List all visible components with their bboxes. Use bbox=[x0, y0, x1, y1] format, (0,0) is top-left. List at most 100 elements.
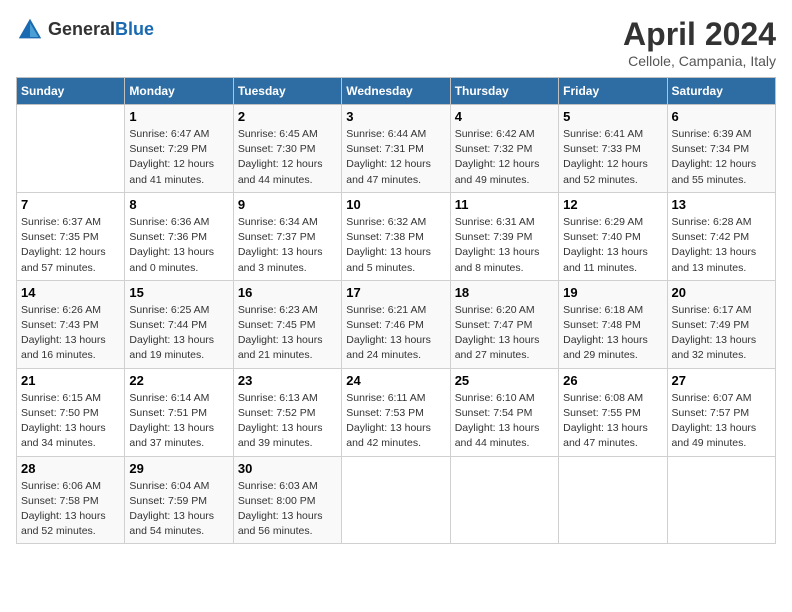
day-info: Sunrise: 6:20 AM Sunset: 7:47 PM Dayligh… bbox=[455, 303, 554, 364]
table-row: 13Sunrise: 6:28 AM Sunset: 7:42 PM Dayli… bbox=[667, 192, 775, 280]
day-info: Sunrise: 6:11 AM Sunset: 7:53 PM Dayligh… bbox=[346, 391, 445, 452]
table-row: 8 Sunrise: 6:36 AM Sunset: 7:36 PM Daylig… bbox=[125, 192, 233, 280]
table-row: 9 Sunrise: 6:34 AM Sunset: 7:37 PM Daylig… bbox=[233, 192, 341, 280]
calendar-week-row: 28Sunrise: 6:06 AM Sunset: 7:58 PM Dayli… bbox=[17, 456, 776, 544]
day-info: Sunrise: 6:26 AM Sunset: 7:43 PM Dayligh… bbox=[21, 303, 120, 364]
day-info: Sunrise: 6:41 AM Sunset: 7:33 PM Dayligh… bbox=[563, 127, 662, 188]
day-info: Sunrise: 6:45 AM Sunset: 7:30 PM Dayligh… bbox=[238, 127, 337, 188]
day-number: 23 bbox=[238, 373, 337, 388]
calendar-header-row: Sunday Monday Tuesday Wednesday Thursday… bbox=[17, 78, 776, 105]
day-number: 2 bbox=[238, 109, 337, 124]
table-row: 24Sunrise: 6:11 AM Sunset: 7:53 PM Dayli… bbox=[342, 368, 450, 456]
calendar-week-row: 1 Sunrise: 6:47 AM Sunset: 7:29 PM Daylig… bbox=[17, 105, 776, 193]
location-subtitle: Cellole, Campania, Italy bbox=[623, 53, 776, 69]
calendar-table: Sunday Monday Tuesday Wednesday Thursday… bbox=[16, 77, 776, 544]
table-row: 14 Sunrise: 6:26 AM Sunset: 7:43 PM Dayli… bbox=[17, 280, 125, 368]
calendar-week-row: 7 Sunrise: 6:37 AM Sunset: 7:35 PM Daylig… bbox=[17, 192, 776, 280]
day-info: Sunrise: 6:15 AM Sunset: 7:50 PM Dayligh… bbox=[21, 391, 120, 452]
day-number: 9 bbox=[238, 197, 337, 212]
day-info: Sunrise: 6:44 AM Sunset: 7:31 PM Dayligh… bbox=[346, 127, 445, 188]
table-row: 10 Sunrise: 6:32 AM Sunset: 7:38 PM Dayli… bbox=[342, 192, 450, 280]
day-number: 21 bbox=[21, 373, 120, 388]
day-info: Sunrise: 6:36 AM Sunset: 7:36 PM Dayligh… bbox=[129, 215, 228, 276]
day-info: Sunrise: 6:32 AM Sunset: 7:38 PM Dayligh… bbox=[346, 215, 445, 276]
day-info: Sunrise: 6:10 AM Sunset: 7:54 PM Dayligh… bbox=[455, 391, 554, 452]
day-info: Sunrise: 6:06 AM Sunset: 7:58 PM Dayligh… bbox=[21, 479, 120, 540]
day-number: 3 bbox=[346, 109, 445, 124]
day-info: Sunrise: 6:34 AM Sunset: 7:37 PM Dayligh… bbox=[238, 215, 337, 276]
table-row: 16Sunrise: 6:23 AM Sunset: 7:45 PM Dayli… bbox=[233, 280, 341, 368]
day-number: 10 bbox=[346, 197, 445, 212]
day-info: Sunrise: 6:25 AM Sunset: 7:44 PM Dayligh… bbox=[129, 303, 228, 364]
day-number: 14 bbox=[21, 285, 120, 300]
day-number: 11 bbox=[455, 197, 554, 212]
table-row: 26 Sunrise: 6:08 AM Sunset: 7:55 PM Dayli… bbox=[559, 368, 667, 456]
table-row: 28Sunrise: 6:06 AM Sunset: 7:58 PM Dayli… bbox=[17, 456, 125, 544]
day-number: 29 bbox=[129, 461, 228, 476]
day-info: Sunrise: 6:21 AM Sunset: 7:46 PM Dayligh… bbox=[346, 303, 445, 364]
table-row: 5 Sunrise: 6:41 AM Sunset: 7:33 PM Daylig… bbox=[559, 105, 667, 193]
table-row: 30Sunrise: 6:03 AM Sunset: 8:00 PM Dayli… bbox=[233, 456, 341, 544]
table-row: 4 Sunrise: 6:42 AM Sunset: 7:32 PM Daylig… bbox=[450, 105, 558, 193]
day-number: 18 bbox=[455, 285, 554, 300]
day-number: 4 bbox=[455, 109, 554, 124]
table-row: 6Sunrise: 6:39 AM Sunset: 7:34 PM Daylig… bbox=[667, 105, 775, 193]
day-number: 5 bbox=[563, 109, 662, 124]
logo-icon bbox=[16, 16, 44, 44]
table-row: 19Sunrise: 6:18 AM Sunset: 7:48 PM Dayli… bbox=[559, 280, 667, 368]
logo-general: GeneralBlue bbox=[48, 20, 154, 40]
calendar-week-row: 21 Sunrise: 6:15 AM Sunset: 7:50 PM Dayli… bbox=[17, 368, 776, 456]
day-number: 1 bbox=[129, 109, 228, 124]
day-number: 17 bbox=[346, 285, 445, 300]
table-row: 27 Sunrise: 6:07 AM Sunset: 7:57 PM Dayli… bbox=[667, 368, 775, 456]
day-info: Sunrise: 6:47 AM Sunset: 7:29 PM Dayligh… bbox=[129, 127, 228, 188]
table-row: 21 Sunrise: 6:15 AM Sunset: 7:50 PM Dayli… bbox=[17, 368, 125, 456]
table-row: 23 Sunrise: 6:13 AM Sunset: 7:52 PM Dayli… bbox=[233, 368, 341, 456]
title-block: April 2024 Cellole, Campania, Italy bbox=[623, 16, 776, 69]
day-number: 13 bbox=[672, 197, 771, 212]
day-number: 26 bbox=[563, 373, 662, 388]
day-number: 6 bbox=[672, 109, 771, 124]
day-number: 27 bbox=[672, 373, 771, 388]
table-row: 15 Sunrise: 6:25 AM Sunset: 7:44 PM Dayli… bbox=[125, 280, 233, 368]
table-row: 1 Sunrise: 6:47 AM Sunset: 7:29 PM Daylig… bbox=[125, 105, 233, 193]
table-row bbox=[450, 456, 558, 544]
table-row: 22 Sunrise: 6:14 AM Sunset: 7:51 PM Dayli… bbox=[125, 368, 233, 456]
calendar-week-row: 14 Sunrise: 6:26 AM Sunset: 7:43 PM Dayli… bbox=[17, 280, 776, 368]
table-row bbox=[342, 456, 450, 544]
day-info: Sunrise: 6:07 AM Sunset: 7:57 PM Dayligh… bbox=[672, 391, 771, 452]
table-row: 3 Sunrise: 6:44 AM Sunset: 7:31 PM Daylig… bbox=[342, 105, 450, 193]
table-row: 17 Sunrise: 6:21 AM Sunset: 7:46 PM Dayli… bbox=[342, 280, 450, 368]
day-number: 20 bbox=[672, 285, 771, 300]
page-header: GeneralBlue April 2024 Cellole, Campania… bbox=[16, 16, 776, 69]
header-monday: Monday bbox=[125, 78, 233, 105]
day-info: Sunrise: 6:04 AM Sunset: 7:59 PM Dayligh… bbox=[129, 479, 228, 540]
header-tuesday: Tuesday bbox=[233, 78, 341, 105]
day-number: 30 bbox=[238, 461, 337, 476]
day-number: 22 bbox=[129, 373, 228, 388]
table-row: 12Sunrise: 6:29 AM Sunset: 7:40 PM Dayli… bbox=[559, 192, 667, 280]
table-row: 11Sunrise: 6:31 AM Sunset: 7:39 PM Dayli… bbox=[450, 192, 558, 280]
header-friday: Friday bbox=[559, 78, 667, 105]
day-info: Sunrise: 6:29 AM Sunset: 7:40 PM Dayligh… bbox=[563, 215, 662, 276]
table-row: 7 Sunrise: 6:37 AM Sunset: 7:35 PM Daylig… bbox=[17, 192, 125, 280]
table-row: 25Sunrise: 6:10 AM Sunset: 7:54 PM Dayli… bbox=[450, 368, 558, 456]
table-row: 18 Sunrise: 6:20 AM Sunset: 7:47 PM Dayli… bbox=[450, 280, 558, 368]
day-number: 19 bbox=[563, 285, 662, 300]
table-row bbox=[559, 456, 667, 544]
day-number: 15 bbox=[129, 285, 228, 300]
table-row: 29 Sunrise: 6:04 AM Sunset: 7:59 PM Dayli… bbox=[125, 456, 233, 544]
day-info: Sunrise: 6:13 AM Sunset: 7:52 PM Dayligh… bbox=[238, 391, 337, 452]
day-info: Sunrise: 6:42 AM Sunset: 7:32 PM Dayligh… bbox=[455, 127, 554, 188]
header-sunday: Sunday bbox=[17, 78, 125, 105]
table-row bbox=[667, 456, 775, 544]
table-row: 20 Sunrise: 6:17 AM Sunset: 7:49 PM Dayli… bbox=[667, 280, 775, 368]
day-number: 16 bbox=[238, 285, 337, 300]
day-number: 7 bbox=[21, 197, 120, 212]
day-info: Sunrise: 6:08 AM Sunset: 7:55 PM Dayligh… bbox=[563, 391, 662, 452]
day-info: Sunrise: 6:17 AM Sunset: 7:49 PM Dayligh… bbox=[672, 303, 771, 364]
day-number: 8 bbox=[129, 197, 228, 212]
table-row: 2 Sunrise: 6:45 AM Sunset: 7:30 PM Daylig… bbox=[233, 105, 341, 193]
day-info: Sunrise: 6:14 AM Sunset: 7:51 PM Dayligh… bbox=[129, 391, 228, 452]
day-info: Sunrise: 6:37 AM Sunset: 7:35 PM Dayligh… bbox=[21, 215, 120, 276]
